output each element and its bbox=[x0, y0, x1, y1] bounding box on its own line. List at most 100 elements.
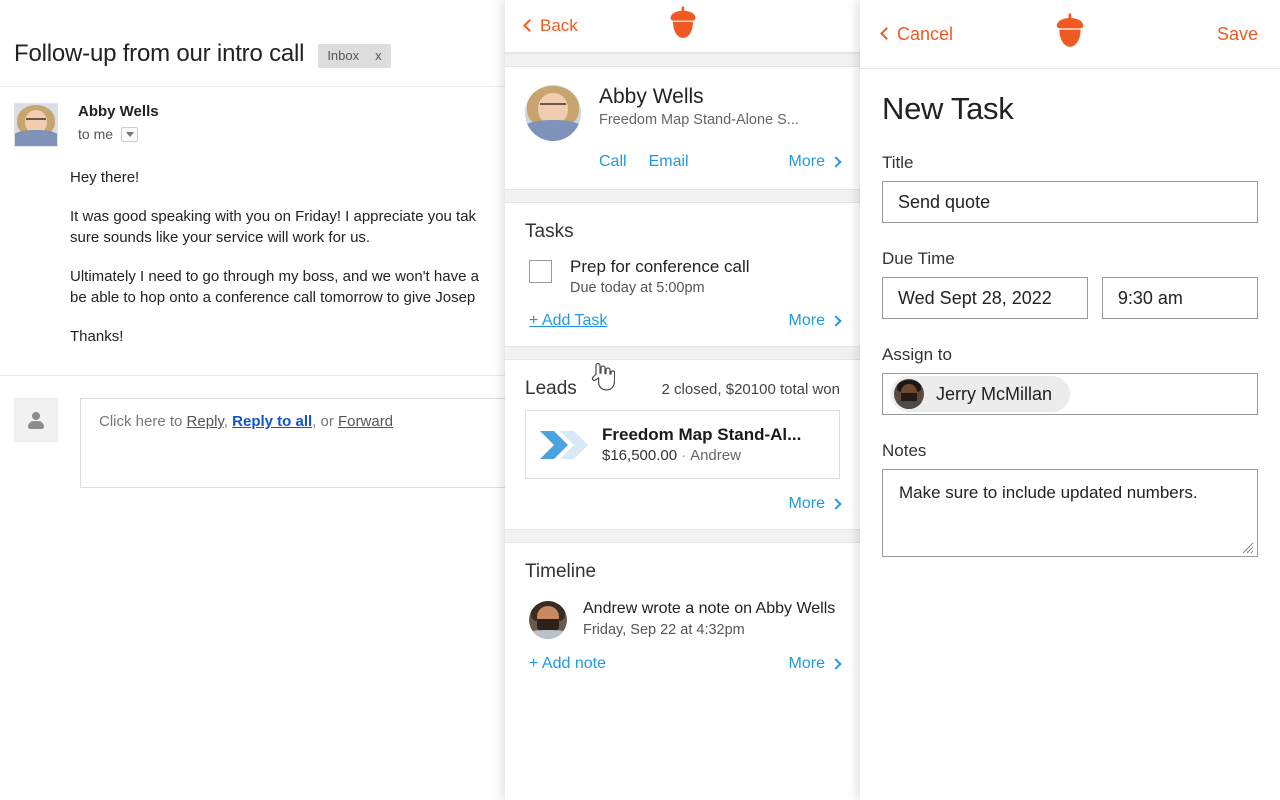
email-body-line: It was good speaking with you on Friday!… bbox=[70, 206, 512, 248]
contact-section: Abby Wells Freedom Map Stand-Alone S... … bbox=[505, 67, 860, 171]
task-title: Prep for conference call bbox=[570, 257, 750, 276]
new-task-panel: Cancel Save New Task Title Send quote Du… bbox=[860, 0, 1280, 800]
email-body-segment: be able to hop onto a conference call to… bbox=[70, 289, 476, 306]
call-link[interactable]: Call bbox=[599, 153, 627, 171]
lead-value: $16,500.00 bbox=[602, 447, 678, 464]
task-checkbox[interactable] bbox=[529, 260, 552, 283]
leads-title: Leads bbox=[525, 378, 577, 399]
leads-more-link[interactable]: More bbox=[788, 495, 842, 513]
remove-label-icon[interactable]: x bbox=[375, 48, 382, 63]
email-link[interactable]: Email bbox=[649, 153, 689, 171]
new-task-form: New Task Title Send quote Due Time Wed S… bbox=[860, 69, 1280, 557]
chevron-down-icon[interactable] bbox=[121, 126, 139, 142]
leads-summary: 2 closed, $20100 total won bbox=[661, 381, 840, 398]
cancel-button-label: Cancel bbox=[897, 23, 954, 44]
timeline-title: Timeline bbox=[525, 561, 597, 582]
email-body-line: Hey there! bbox=[70, 169, 140, 186]
back-button-label: Back bbox=[540, 16, 578, 35]
add-task-link[interactable]: + Add Task bbox=[529, 312, 607, 330]
acorn-logo-icon bbox=[667, 6, 699, 46]
leads-section: Leads 2 closed, $20100 total won Freedom… bbox=[505, 360, 860, 529]
save-button[interactable]: Save bbox=[1217, 24, 1258, 45]
email-recipient: to me bbox=[78, 126, 114, 142]
forward-link[interactable]: Forward bbox=[338, 413, 393, 430]
tasks-more-link[interactable]: More bbox=[788, 312, 842, 330]
cancel-button[interactable]: Cancel bbox=[880, 23, 954, 45]
reply-or: , or bbox=[312, 413, 339, 430]
avatar-andrew bbox=[529, 601, 567, 639]
contact-company: Freedom Map Stand-Alone S... bbox=[599, 112, 799, 128]
due-time-input[interactable]: 9:30 am bbox=[1101, 277, 1258, 319]
contact-name: Abby Wells bbox=[599, 85, 704, 108]
task-list-item[interactable]: Prep for conference call Due today at 5:… bbox=[525, 249, 840, 296]
timeline-section: Timeline Andrew wrote a note on Abby Wel… bbox=[505, 543, 860, 689]
avatar-placeholder bbox=[14, 398, 58, 442]
reply-box[interactable]: Click here to Reply, Reply to all, or Fo… bbox=[80, 398, 512, 488]
email-sender-name: Abby Wells bbox=[78, 103, 159, 120]
tasks-section: Tasks Prep for conference call Due today… bbox=[505, 203, 860, 346]
email-body-segment: sure sounds like your service will work … bbox=[70, 229, 371, 246]
back-button[interactable]: Back bbox=[505, 16, 578, 36]
email-message-header: Abby Wells to me bbox=[0, 87, 512, 147]
lead-stage-icon bbox=[538, 427, 592, 463]
inbox-label-text: Inbox bbox=[327, 48, 360, 63]
assignee-chip[interactable]: Jerry McMillan bbox=[891, 376, 1071, 412]
email-body: Hey there! It was good speaking with you… bbox=[0, 147, 512, 347]
crm-contact-panel: Back Abby Wells Freedom Map Stand-Alone … bbox=[505, 0, 860, 800]
timeline-item[interactable]: Andrew wrote a note on Abby Wells Friday… bbox=[525, 589, 840, 639]
resize-handle-icon[interactable] bbox=[1242, 542, 1254, 554]
title-field-label: Title bbox=[882, 153, 914, 172]
email-body-line: Ultimately I need to go through my boss,… bbox=[70, 266, 512, 308]
new-task-header: Cancel Save bbox=[860, 0, 1280, 68]
reply-comma: , bbox=[223, 413, 233, 430]
section-gap bbox=[505, 53, 860, 67]
lead-subline: $16,500.00 · Andrew bbox=[602, 447, 801, 464]
notes-textarea[interactable]: Make sure to include updated numbers. bbox=[882, 469, 1258, 557]
reply-link[interactable]: Reply bbox=[187, 413, 224, 430]
tasks-more-label: More bbox=[788, 312, 825, 329]
email-body-segment: Ultimately I need to go through my boss,… bbox=[70, 268, 479, 285]
avatar-jerry-mcmillan bbox=[894, 379, 924, 409]
section-gap bbox=[505, 189, 860, 203]
chevron-left-icon bbox=[523, 18, 536, 32]
reply-prompt-prefix: Click here to bbox=[99, 413, 187, 430]
section-gap bbox=[505, 529, 860, 543]
timeline-more-label: More bbox=[788, 655, 825, 672]
lead-owner: Andrew bbox=[690, 447, 741, 464]
tasks-title: Tasks bbox=[525, 221, 574, 242]
timeline-more-link[interactable]: More bbox=[788, 655, 842, 673]
section-gap bbox=[505, 346, 860, 360]
person-icon bbox=[27, 411, 45, 429]
add-note-link[interactable]: + Add note bbox=[529, 655, 606, 673]
assign-to-label: Assign to bbox=[882, 345, 952, 364]
chevron-left-icon bbox=[880, 26, 893, 40]
notes-label: Notes bbox=[882, 441, 927, 460]
task-due: Due today at 5:00pm bbox=[570, 280, 705, 296]
acorn-logo-icon bbox=[1053, 13, 1087, 55]
reply-all-link[interactable]: Reply to all bbox=[232, 413, 312, 430]
assign-to-input[interactable]: Jerry McMillan bbox=[882, 373, 1258, 415]
due-date-input[interactable]: Wed Sept 28, 2022 bbox=[882, 277, 1088, 319]
screen: Follow-up from our intro call Inbox x Ab… bbox=[0, 0, 1280, 800]
timeline-date: Friday, Sep 22 at 4:32pm bbox=[583, 622, 745, 638]
title-input[interactable]: Send quote bbox=[882, 181, 1258, 223]
assignee-name: Jerry McMillan bbox=[936, 383, 1053, 404]
leads-more-label: More bbox=[788, 495, 825, 512]
crm-panel-header: Back bbox=[505, 0, 860, 52]
lead-card[interactable]: Freedom Map Stand-Al... $16,500.00 · Andre… bbox=[525, 410, 840, 479]
notes-value: Make sure to include updated numbers. bbox=[899, 483, 1198, 502]
lead-separator: · bbox=[681, 447, 687, 464]
contact-more-link[interactable]: More bbox=[788, 153, 842, 171]
lead-name: Freedom Map Stand-Al... bbox=[602, 425, 802, 444]
inbox-label-chip[interactable]: Inbox x bbox=[318, 44, 391, 68]
chevron-right-icon bbox=[830, 156, 842, 168]
timeline-text: Andrew wrote a note on Abby Wells bbox=[583, 600, 836, 617]
form-title: New Task bbox=[882, 91, 1014, 126]
avatar-abby-wells bbox=[525, 85, 581, 141]
email-subject: Follow-up from our intro call bbox=[14, 40, 305, 67]
chevron-right-icon bbox=[830, 315, 842, 327]
email-body-segment: It was good speaking with you on Friday!… bbox=[70, 208, 477, 225]
due-time-label: Due Time bbox=[882, 249, 955, 268]
avatar-abby-wells bbox=[14, 103, 58, 147]
contact-more-label: More bbox=[788, 153, 825, 170]
